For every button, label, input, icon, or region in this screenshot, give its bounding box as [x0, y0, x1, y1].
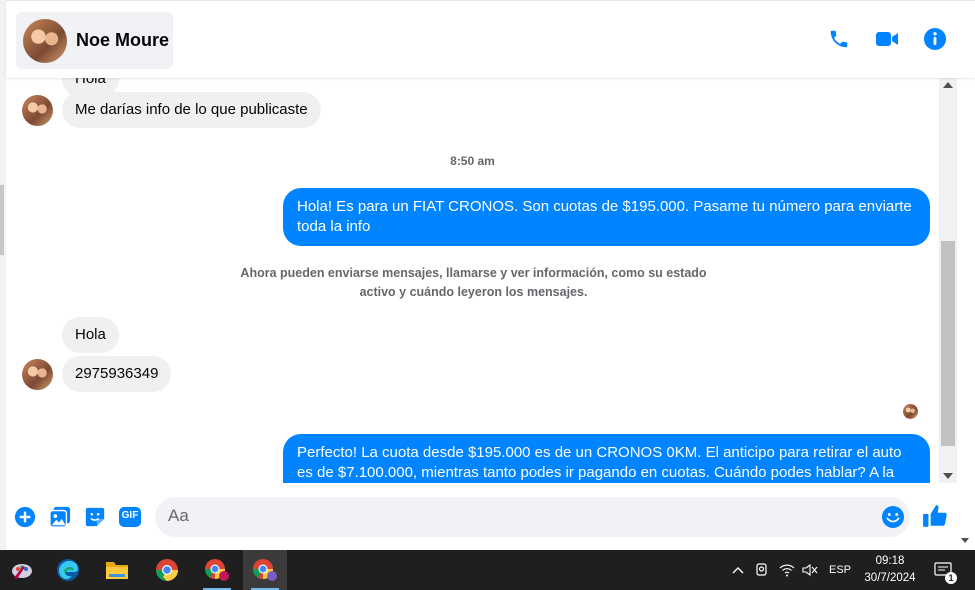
chrome-profile-icon: [252, 559, 277, 581]
chevron-up-icon: [732, 567, 744, 574]
tray-language-button[interactable]: ESP: [826, 550, 854, 590]
more-actions-button[interactable]: [13, 505, 37, 529]
emoji-button[interactable]: [881, 505, 905, 529]
window-scroll-down-arrow[interactable]: [961, 538, 969, 543]
message-scrollbar[interactable]: [939, 78, 957, 483]
video-call-button[interactable]: [875, 27, 899, 51]
voice-call-button[interactable]: [827, 27, 851, 51]
tray-volume-button[interactable]: [800, 550, 820, 590]
sender-avatar: [22, 358, 53, 390]
chat-header: Noe Moure: [6, 0, 975, 78]
taskbar-app-chrome-profile-c[interactable]: [195, 550, 239, 590]
video-camera-icon: [876, 32, 898, 46]
window-gutter: [957, 78, 975, 550]
seen-avatar: [903, 404, 918, 419]
taskbar-app-paint[interactable]: [0, 550, 44, 590]
scroll-thumb[interactable]: [941, 241, 955, 446]
read-receipt: [903, 404, 918, 419]
message-timestamp: 8:50 am: [450, 154, 495, 168]
header-actions: [827, 27, 947, 51]
taskbar-app-file-explorer[interactable]: [95, 550, 139, 590]
message-list[interactable]: Hola Me darías info de lo que publicaste…: [6, 78, 939, 483]
clock-time: 09:18: [875, 555, 905, 567]
contact-name: Noe Moure: [76, 30, 170, 50]
send-like-button[interactable]: [922, 503, 948, 529]
gallery-icon: [49, 506, 71, 528]
plus-circle-icon: [14, 506, 36, 528]
gif-button[interactable]: GIF: [118, 505, 142, 529]
chrome-profile-icon: [204, 559, 229, 581]
paint-palette-icon: [12, 564, 32, 579]
notification-count-badge: 1: [945, 572, 957, 584]
attach-media-button[interactable]: [48, 505, 72, 529]
edge-browser-icon: [57, 559, 79, 581]
thumbs-up-icon: [923, 505, 947, 527]
conversation-info-button[interactable]: [923, 27, 947, 51]
sticker-button[interactable]: [83, 505, 107, 529]
message-bubble: Hola: [62, 317, 119, 353]
contact-avatar: [23, 18, 67, 63]
taskbar-app-chrome[interactable]: [145, 550, 189, 590]
sticker-icon: [85, 507, 105, 527]
tray-network-button[interactable]: [777, 550, 797, 590]
message-bubble: Hola! Es para un FIAT CRONOS. Son cuotas…: [283, 188, 930, 246]
contact-profile-button[interactable]: Noe Moure: [16, 12, 173, 69]
taskbar-app-edge[interactable]: [46, 550, 90, 590]
message-incoming[interactable]: Me darías info de lo que publicaste: [22, 92, 321, 128]
scroll-down-arrow[interactable]: [943, 473, 953, 479]
message-incoming[interactable]: Hola: [62, 317, 119, 353]
tray-clock[interactable]: 09:18 30/7/2024: [856, 553, 924, 587]
message-input[interactable]: [155, 497, 910, 537]
messenger-window: Noe Moure Hola Me darías info de lo que …: [0, 0, 975, 590]
message-outgoing[interactable]: Hola! Es para un FIAT CRONOS. Son cuotas…: [283, 188, 930, 246]
phone-icon: [830, 30, 848, 48]
taskbar-app-chrome-profile-active[interactable]: [243, 550, 287, 590]
message-input-wrapper: [155, 497, 910, 537]
message-incoming[interactable]: 2975936349: [22, 356, 172, 392]
sender-avatar: [22, 94, 53, 126]
notification-center-button[interactable]: 1: [928, 550, 958, 590]
clock-date: 30/7/2024: [864, 572, 916, 584]
message-outgoing[interactable]: Perfecto! La cuota desde $195.000 es de …: [283, 434, 930, 483]
volume-muted-icon: [802, 563, 818, 577]
system-notice: Ahora pueden enviarse mensajes, llamarse…: [240, 266, 707, 299]
message-bubble: Me darías info de lo que publicaste: [62, 92, 321, 128]
gif-label: GIF: [121, 510, 139, 521]
info-icon: [924, 28, 946, 50]
tray-show-hidden-button[interactable]: [728, 550, 748, 590]
wifi-icon: [779, 564, 795, 577]
tray-meet-button[interactable]: [752, 550, 772, 590]
chrome-icon: [156, 559, 178, 581]
folder-icon: [106, 562, 128, 579]
smiley-icon: [882, 506, 904, 528]
windows-taskbar: ESP 09:18 30/7/2024 1: [0, 550, 975, 590]
left-scroll-mark: [0, 185, 4, 255]
meet-camera-icon: [756, 563, 767, 576]
message-bubble: Perfecto! La cuota desde $195.000 es de …: [283, 434, 930, 483]
scroll-up-arrow[interactable]: [943, 82, 953, 88]
message-bubble: 2975936349: [62, 356, 172, 392]
message-composer: GIF: [6, 483, 957, 550]
